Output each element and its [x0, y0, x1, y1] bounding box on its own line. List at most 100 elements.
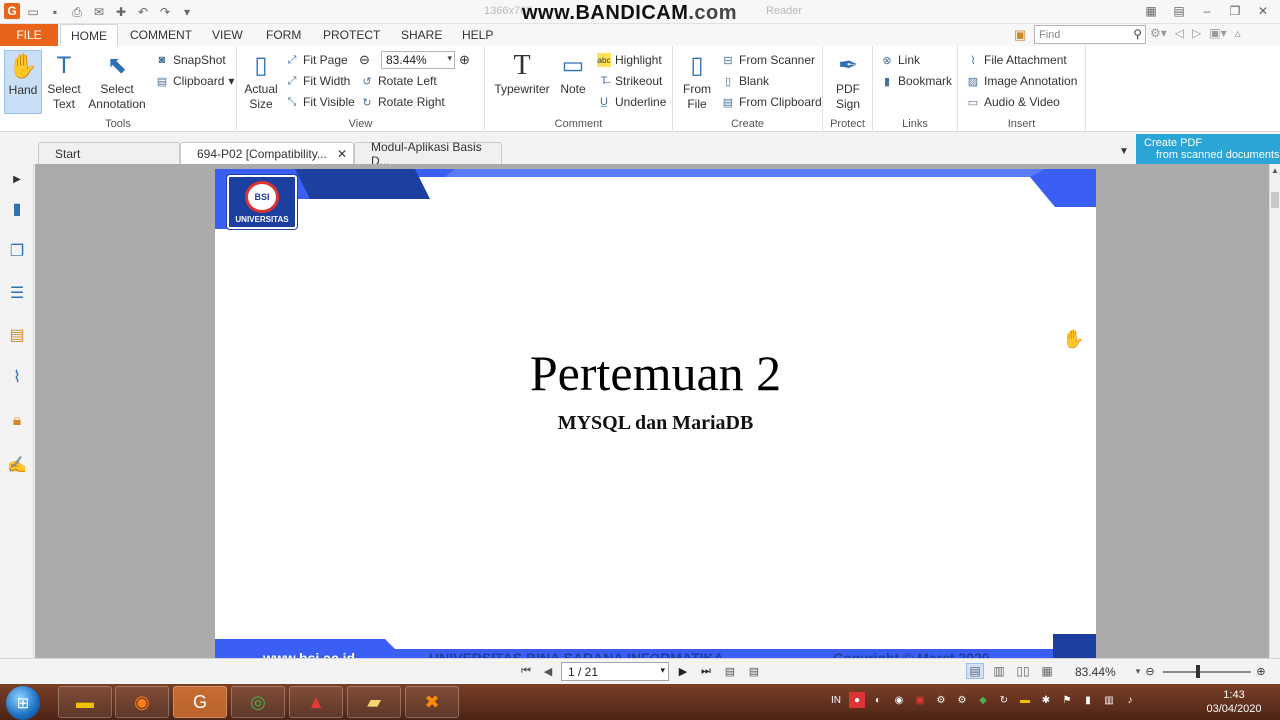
customize-dropdown-icon[interactable]: ▾ [178, 3, 196, 21]
previous-page-icon[interactable]: ◀ [540, 663, 556, 679]
network-icon[interactable]: ▥ [1101, 692, 1117, 708]
tab-start[interactable]: Start [38, 142, 180, 165]
tray-network-tool-icon[interactable]: ⚙ [954, 692, 970, 708]
zoom-slider-thumb[interactable] [1196, 665, 1200, 678]
tab-home[interactable]: HOME [60, 24, 118, 46]
snapshot-button[interactable]: ◙ SnapShot [155, 50, 226, 70]
tab-view[interactable]: VIEW [202, 24, 253, 46]
redo-icon[interactable]: ↷ [156, 3, 174, 21]
settings-gear-icon[interactable]: ⚙▾ [1150, 26, 1167, 40]
scroll-up-icon[interactable]: ▲ [1271, 166, 1279, 175]
single-page-view-icon[interactable]: ▤ [966, 663, 984, 679]
from-clipboard-button[interactable]: ▤ From Clipboard [721, 92, 822, 112]
layers-panel-icon[interactable]: ☰ [6, 282, 28, 304]
audio-video-button[interactable]: ▭ Audio & Video [966, 92, 1060, 112]
zoom-out-icon[interactable]: ⊖ [359, 52, 370, 68]
comments-panel-icon[interactable]: ▤ [6, 324, 28, 346]
actual-size-button[interactable]: ▯ Actual Size [244, 50, 278, 112]
zoom-in-icon[interactable]: ⊕ [459, 52, 470, 68]
explorer-taskbar-icon[interactable]: ▬ [58, 686, 112, 718]
matlab-taskbar-icon[interactable]: ▲ [289, 686, 343, 718]
underline-button[interactable]: U̲ Underline [597, 92, 666, 112]
zoom-in-status-icon[interactable]: ⊕ [1253, 663, 1269, 679]
language-indicator[interactable]: IN [828, 692, 844, 708]
xampp-taskbar-icon[interactable]: ✖ [405, 686, 459, 718]
next-view-icon[interactable]: ▤ [746, 663, 762, 679]
typewriter-button[interactable]: T Typewriter [493, 50, 551, 97]
collapse-ribbon-icon[interactable]: ▵ [1235, 26, 1241, 40]
tray-bluetooth-icon[interactable]: ✱ [1038, 692, 1054, 708]
print-icon[interactable]: ⎙ [68, 3, 86, 21]
app-logo-icon[interactable]: G [4, 3, 20, 19]
fit-visible-button[interactable]: ⤡ Fit Visible [285, 92, 355, 112]
tray-app-icon[interactable]: ◐ [870, 692, 886, 708]
tray-flag-icon[interactable]: ⚑ [1059, 692, 1075, 708]
folder-search-icon[interactable]: ▣ [1014, 27, 1026, 43]
scroll-thumb[interactable] [1271, 192, 1279, 208]
file-menu[interactable]: FILE [0, 24, 58, 46]
expand-panel-icon[interactable]: ▶ [6, 168, 28, 190]
link-button[interactable]: ⊗ Link [880, 50, 920, 70]
forward-arrow-icon[interactable]: ▷ [1192, 26, 1201, 40]
tab-form[interactable]: FORM [256, 24, 311, 46]
tray-status-icon[interactable]: ◉ [891, 692, 907, 708]
strikeout-button[interactable]: T̶ Strikeout [597, 71, 663, 91]
pages-panel-icon[interactable]: ❐ [6, 240, 28, 262]
security-lock-icon[interactable]: 🔒︎ [6, 410, 28, 432]
last-page-icon[interactable]: ⏭ [698, 663, 714, 679]
new-icon[interactable]: ✚ [112, 3, 130, 21]
previous-view-icon[interactable]: ▤ [722, 663, 738, 679]
search-icon[interactable]: ⚲ [1133, 27, 1142, 41]
next-page-icon[interactable]: ▶ [675, 663, 691, 679]
fit-page-button[interactable]: ⤢ Fit Page [285, 50, 348, 70]
save-icon[interactable]: ▪ [46, 3, 64, 21]
start-button-icon[interactable]: ⊞ [6, 686, 40, 720]
create-pdf-ad[interactable]: Create PDF from scanned documents [1136, 134, 1280, 164]
foxit-reader-taskbar-icon[interactable]: G [173, 686, 227, 718]
select-annotation-button[interactable]: ⬉ Select Annotation [88, 50, 146, 112]
note-button[interactable]: ▭ Note [557, 50, 589, 97]
ribbon-toggle-icon[interactable]: ▤ [1170, 2, 1188, 20]
tray-tool-icon[interactable]: ⚙ [933, 692, 949, 708]
tray-battery-icon[interactable]: ▮ [1080, 692, 1096, 708]
tab-help[interactable]: HELP [452, 24, 503, 46]
tab-comment[interactable]: COMMENT [120, 24, 202, 46]
rotate-right-button[interactable]: ↻ Rotate Right [360, 92, 444, 112]
page-number-input[interactable]: 1 / 21 ▾ [561, 662, 669, 681]
tab-document-1[interactable]: 694-P02 [Compatibility... ✕ [180, 142, 354, 165]
bookmark-button[interactable]: ▮ Bookmark [880, 71, 952, 91]
restore-icon[interactable]: ❐ [1226, 2, 1244, 20]
continuous-view-icon[interactable]: ▥ [990, 663, 1008, 679]
from-scanner-button[interactable]: ⊟ From Scanner [721, 50, 815, 70]
find-input[interactable]: Find ⚲ [1034, 25, 1146, 44]
close-tab-icon[interactable]: ✕ [337, 147, 347, 161]
rotate-left-button[interactable]: ↺ Rotate Left [360, 71, 436, 91]
file-attachment-button[interactable]: ⌇ File Attachment [966, 50, 1066, 70]
layout-icon[interactable]: ▦ [1142, 2, 1160, 20]
back-arrow-icon[interactable]: ◁ [1175, 26, 1184, 40]
pdf-page[interactable]: BSI UNIVERSITAS Pertemuan 2 MYSQL dan Ma… [215, 169, 1096, 658]
fit-width-button[interactable]: ⤢ Fit Width [285, 71, 351, 91]
clipboard-button[interactable]: ▤ Clipboard ▾ [155, 71, 235, 91]
tab-list-dropdown-icon[interactable]: ▼ [1119, 146, 1129, 157]
document-view[interactable]: BSI UNIVERSITAS Pertemuan 2 MYSQL dan Ma… [35, 164, 1269, 658]
highlight-button[interactable]: abc Highlight [597, 50, 662, 70]
zoom-out-status-icon[interactable]: ⊖ [1142, 663, 1158, 679]
signature-panel-icon[interactable]: ✍ [6, 454, 28, 476]
tab-protect[interactable]: PROTECT [313, 24, 390, 46]
vertical-scrollbar[interactable]: ▲ [1269, 164, 1280, 658]
continuous-facing-view-icon[interactable]: ▦ [1038, 663, 1056, 679]
taskbar-clock[interactable]: 1:43 03/04/2020 [1198, 688, 1270, 716]
blank-button[interactable]: ▯ Blank [721, 71, 769, 91]
tray-folder-icon[interactable]: ▬ [1017, 692, 1033, 708]
minimize-icon[interactable]: – [1198, 2, 1216, 20]
bookmarks-panel-icon[interactable]: ▮ [6, 198, 28, 220]
hand-tool-button[interactable]: ✋ Hand [4, 50, 42, 114]
tray-update-icon[interactable]: ↻ [996, 692, 1012, 708]
attachments-panel-icon[interactable]: ⌇ [6, 366, 28, 388]
chrome-taskbar-icon[interactable]: ◎ [231, 686, 285, 718]
close-icon[interactable]: ✕ [1254, 2, 1272, 20]
facing-view-icon[interactable]: ▯▯ [1014, 663, 1032, 679]
volume-icon[interactable]: ♪ [1122, 692, 1138, 708]
select-text-button[interactable]: T Select Text [46, 50, 82, 112]
